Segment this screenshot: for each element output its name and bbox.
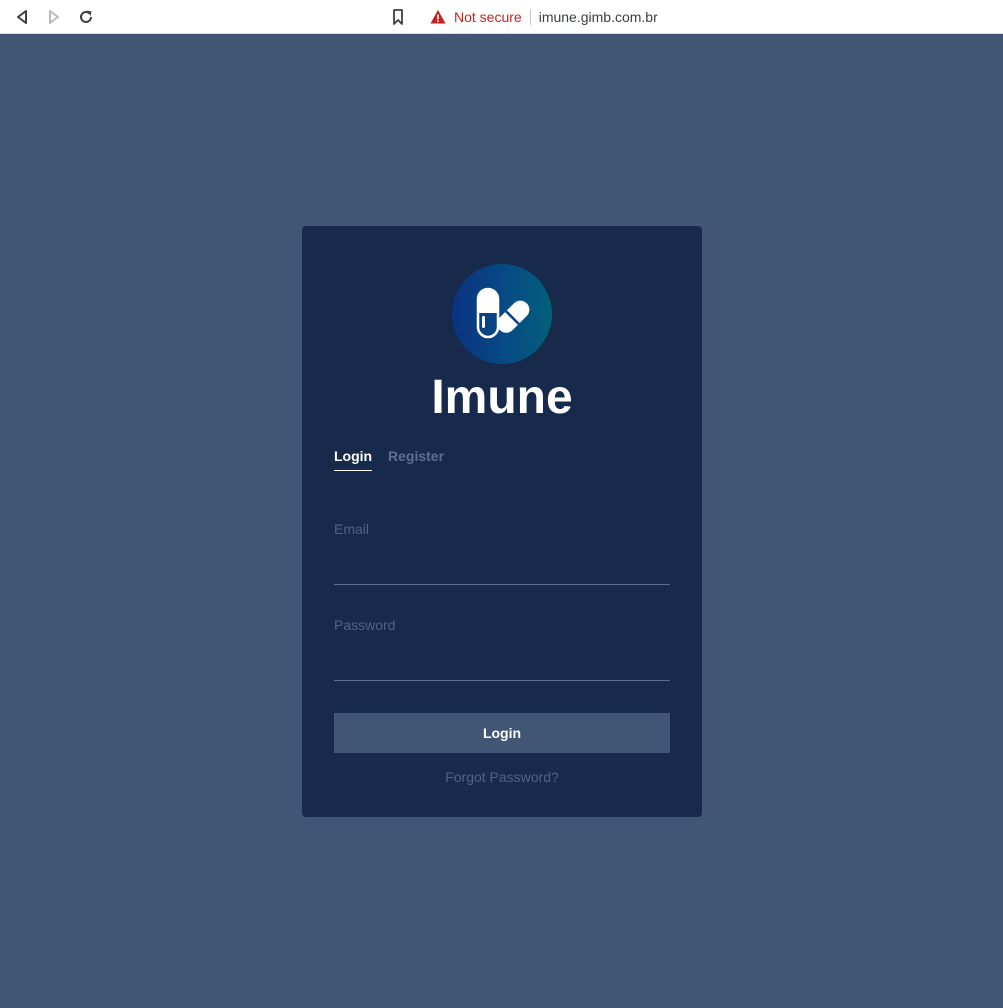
tab-login[interactable]: Login	[334, 448, 373, 471]
forward-arrow-icon[interactable]	[42, 5, 66, 29]
login-button[interactable]: Login	[334, 713, 670, 753]
address-divider	[529, 9, 531, 25]
app-title: Imune	[431, 371, 573, 424]
address-bar[interactable]: Not secure imune.gimb.com.br	[420, 2, 1003, 32]
email-label: Email	[334, 521, 370, 537]
logo	[452, 264, 552, 364]
browser-toolbar: Not secure imune.gimb.com.br	[0, 0, 1003, 34]
login-card: Imune Login Register Email Password Logi…	[302, 226, 702, 817]
email-field[interactable]	[334, 551, 670, 585]
security-status[interactable]: Not secure	[454, 9, 522, 25]
bookmark-icon[interactable]	[386, 5, 410, 29]
url-text[interactable]: imune.gimb.com.br	[539, 9, 658, 25]
reload-icon[interactable]	[74, 5, 98, 29]
back-arrow-icon[interactable]	[10, 5, 34, 29]
tab-register[interactable]: Register	[388, 448, 444, 470]
forgot-password-link[interactable]: Forgot Password?	[302, 769, 702, 785]
warning-icon[interactable]	[430, 9, 446, 25]
password-label: Password	[334, 617, 396, 633]
password-field[interactable]	[334, 647, 670, 681]
pills-icon	[476, 287, 530, 339]
